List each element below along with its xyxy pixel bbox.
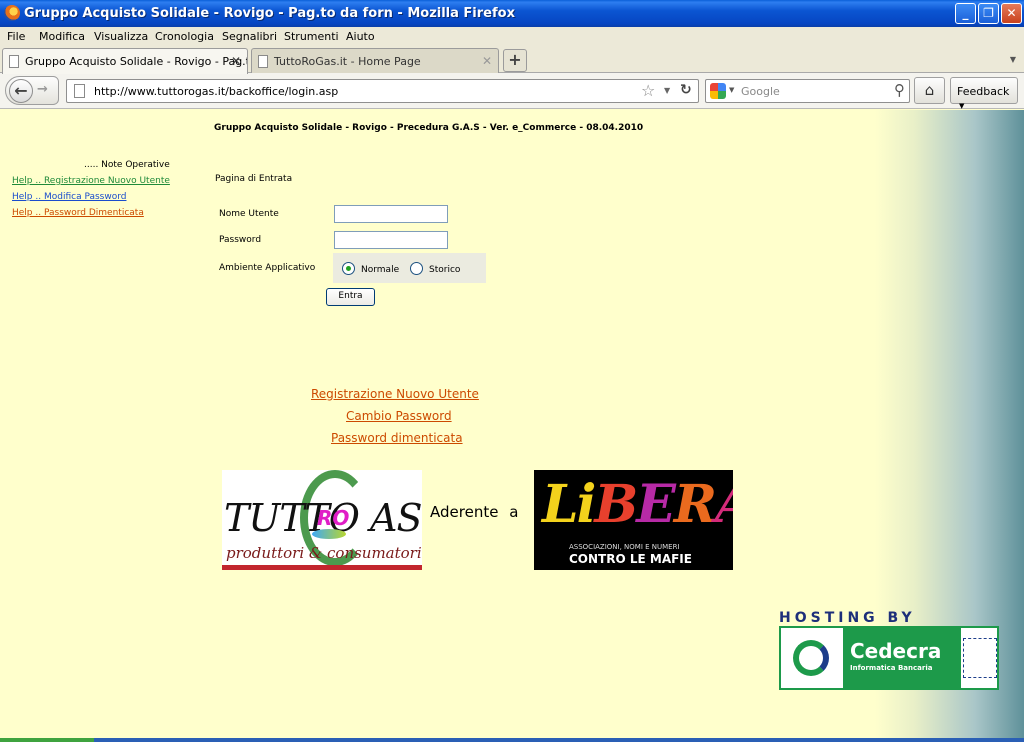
libera-logo[interactable]: LiBERA ASSOCIAZIONI, NOMI E NUMERI CONTR… bbox=[534, 470, 733, 570]
minimize-button[interactable]: _ bbox=[955, 3, 976, 24]
page-icon bbox=[74, 84, 85, 98]
menu-bar: File Modifica Visualizza Cronologia Segn… bbox=[0, 27, 1024, 46]
start-button-edge[interactable] bbox=[0, 738, 94, 742]
tab-gas-rovigo[interactable]: Gruppo Acquisto Solidale - Rovigo - Pag.… bbox=[2, 48, 248, 74]
url-dropdown-icon[interactable]: ▼ bbox=[664, 86, 670, 95]
tab-strip: Gruppo Acquisto Solidale - Rovigo - Pag.… bbox=[0, 46, 1024, 74]
search-placeholder[interactable]: Google bbox=[741, 85, 780, 98]
aderente-text: Aderente a bbox=[430, 503, 519, 521]
page-icon bbox=[9, 55, 19, 68]
window-title: Gruppo Acquisto Solidale - Rovigo - Pag.… bbox=[24, 6, 515, 21]
window-titlebar: Gruppo Acquisto Solidale - Rovigo - Pag.… bbox=[0, 0, 1024, 27]
help-modifica-password-link[interactable]: Help .. Modifica Password bbox=[12, 192, 126, 202]
libera-wordmark: LiBERA bbox=[542, 474, 733, 535]
forward-arrow-icon[interactable]: → bbox=[37, 82, 48, 97]
tab-tuttorogas[interactable]: TuttoRoGas.it - Home Page ✕ bbox=[251, 48, 499, 73]
close-tab-icon[interactable]: ✕ bbox=[482, 54, 492, 68]
menu-modifica[interactable]: Modifica bbox=[39, 30, 85, 43]
bookmark-star-icon[interactable]: ☆ bbox=[641, 81, 655, 100]
cedecra-tagline: Informatica Bancaria bbox=[850, 664, 933, 672]
cambio-password-link[interactable]: Cambio Password bbox=[346, 409, 452, 423]
close-button[interactable]: ✕ bbox=[1001, 3, 1022, 24]
logo-bar bbox=[222, 565, 422, 570]
logo-subtitle: produttori & consumatori bbox=[226, 544, 422, 562]
url-text[interactable]: http://www.tuttorogas.it/backoffice/logi… bbox=[94, 85, 338, 98]
hosting-banner[interactable]: HOSTING BY Cedecra Informatica Bancaria bbox=[779, 610, 999, 690]
cedecra-mark-icon bbox=[793, 640, 829, 676]
password-label: Password bbox=[219, 235, 262, 245]
network-icon bbox=[963, 638, 997, 678]
password-input[interactable] bbox=[334, 231, 448, 249]
taskbar-strip bbox=[0, 738, 1024, 742]
environment-radio-group: Normale Storico bbox=[333, 253, 486, 283]
maximize-button[interactable]: ❐ bbox=[978, 3, 999, 24]
home-button[interactable]: ⌂ bbox=[914, 77, 945, 104]
libera-subtitle-2: CONTRO LE MAFIE bbox=[569, 552, 692, 566]
firefox-icon bbox=[4, 5, 20, 21]
cedecra-logo: Cedecra Informatica Bancaria bbox=[779, 626, 999, 690]
tab-label: TuttoRoGas.it - Home Page bbox=[274, 55, 421, 68]
help-password-dimenticata-link[interactable]: Help .. Password Dimenticata bbox=[12, 208, 144, 218]
libera-subtitle-1: ASSOCIAZIONI, NOMI E NUMERI bbox=[569, 543, 680, 551]
search-engine-dropdown-icon[interactable]: ▼ bbox=[729, 86, 734, 94]
radio-storico[interactable] bbox=[410, 262, 423, 275]
radio-normale-label[interactable]: Normale bbox=[361, 265, 399, 275]
menu-strumenti[interactable]: Strumenti bbox=[284, 30, 339, 43]
username-input[interactable] bbox=[334, 205, 448, 223]
home-icon: ⌂ bbox=[924, 81, 935, 99]
url-bar[interactable]: http://www.tuttorogas.it/backoffice/logi… bbox=[66, 79, 699, 103]
tuttorogas-logo[interactable]: TUTTO AS RO produttori & consumatori bbox=[222, 470, 422, 570]
tab-list-icon[interactable]: ▼ bbox=[1010, 55, 1016, 64]
page-content: Gruppo Acquisto Solidale - Rovigo - Prec… bbox=[0, 110, 1024, 738]
search-icon[interactable]: ⚲ bbox=[894, 81, 905, 99]
note-operative-title: ..... Note Operative bbox=[84, 160, 170, 170]
feedback-button[interactable]: Feedback ▼ bbox=[950, 77, 1018, 110]
new-tab-button[interactable]: + bbox=[503, 49, 527, 72]
menu-cronologia[interactable]: Cronologia bbox=[155, 30, 214, 43]
cedecra-name: Cedecra bbox=[850, 639, 942, 663]
menu-aiuto[interactable]: Aiuto bbox=[346, 30, 375, 43]
feedback-label: Feedback bbox=[957, 85, 1010, 98]
section-title: Pagina di Entrata bbox=[215, 174, 293, 184]
navigation-bar: ← → http://www.tuttorogas.it/backoffice/… bbox=[0, 73, 1024, 110]
google-icon[interactable] bbox=[710, 83, 726, 99]
close-tab-icon[interactable]: ✕ bbox=[231, 54, 241, 68]
hosting-title: HOSTING BY bbox=[779, 610, 916, 626]
reload-icon[interactable]: ↻ bbox=[680, 82, 692, 98]
entra-button[interactable]: Entra bbox=[326, 288, 375, 306]
tab-label: Gruppo Acquisto Solidale - Rovigo - Pag.… bbox=[25, 55, 248, 68]
chevron-down-icon: ▼ bbox=[959, 102, 965, 110]
environment-label: Ambiente Applicativo bbox=[219, 263, 316, 273]
back-arrow-icon[interactable]: ← bbox=[9, 79, 33, 103]
back-forward-group: ← → bbox=[5, 76, 59, 105]
radio-normale[interactable] bbox=[342, 262, 355, 275]
radio-storico-label[interactable]: Storico bbox=[429, 265, 460, 275]
username-label: Nome Utente bbox=[219, 209, 279, 219]
menu-file[interactable]: File bbox=[7, 30, 25, 43]
page-header: Gruppo Acquisto Solidale - Rovigo - Prec… bbox=[214, 123, 644, 133]
menu-segnalibri[interactable]: Segnalibri bbox=[222, 30, 277, 43]
registrazione-link[interactable]: Registrazione Nuovo Utente bbox=[311, 387, 479, 401]
search-bar[interactable]: ▼ Google ⚲ bbox=[705, 79, 910, 103]
logo-blob bbox=[312, 529, 346, 539]
password-dimenticata-link[interactable]: Password dimenticata bbox=[331, 431, 463, 445]
page-icon bbox=[258, 55, 268, 68]
logo-accent-text: RO bbox=[317, 506, 350, 530]
help-registrazione-link[interactable]: Help .. Registrazione Nuovo Utente bbox=[12, 176, 170, 186]
menu-visualizza[interactable]: Visualizza bbox=[94, 30, 148, 43]
